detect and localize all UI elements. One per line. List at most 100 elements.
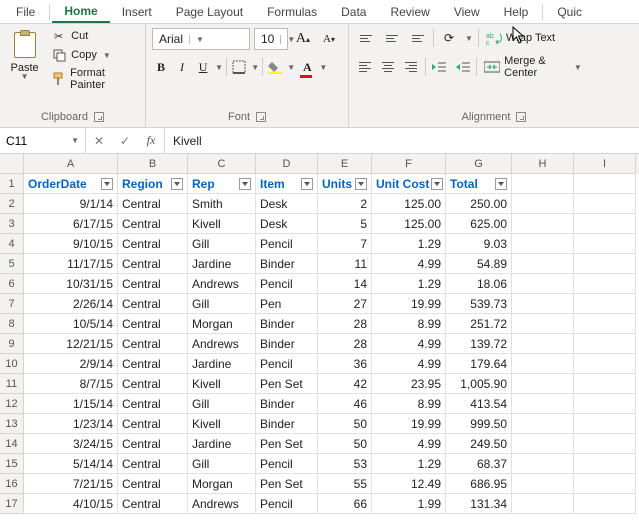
cell[interactable]: 125.00 [372, 214, 446, 234]
cell[interactable]: Jardine [188, 354, 256, 374]
menu-formulas[interactable]: Formulas [255, 2, 329, 22]
cell[interactable] [574, 394, 636, 414]
row-header[interactable]: 3 [0, 214, 24, 234]
cell[interactable]: Item [256, 174, 318, 194]
cell[interactable] [512, 214, 574, 234]
cell[interactable]: 4.99 [372, 434, 446, 454]
cell[interactable]: Desk [256, 214, 318, 234]
cell[interactable]: 55 [318, 474, 372, 494]
cell[interactable]: Central [118, 194, 188, 214]
cell[interactable]: 11/17/15 [24, 254, 118, 274]
increase-font-button[interactable]: A▴ [292, 28, 314, 50]
cell[interactable]: 11 [318, 254, 372, 274]
cell[interactable] [512, 234, 574, 254]
cell[interactable]: 50 [318, 434, 372, 454]
cell[interactable] [512, 274, 574, 294]
cell[interactable]: Gill [188, 294, 256, 314]
wrap-text-button[interactable]: abc Wrap Text [483, 30, 558, 46]
cell[interactable]: 6/17/15 [24, 214, 118, 234]
cell[interactable]: 8/7/15 [24, 374, 118, 394]
cell[interactable]: Gill [188, 394, 256, 414]
cell[interactable]: 249.50 [446, 434, 512, 454]
cell[interactable]: 53 [318, 454, 372, 474]
decrease-indent-button[interactable] [430, 57, 449, 77]
cell[interactable] [512, 394, 574, 414]
cell[interactable]: 4.99 [372, 354, 446, 374]
cell[interactable]: 12/21/15 [24, 334, 118, 354]
menu-insert[interactable]: Insert [110, 2, 164, 22]
cell[interactable]: 413.54 [446, 394, 512, 414]
cell[interactable]: 131.34 [446, 494, 512, 514]
col-header-I[interactable]: I [574, 154, 636, 174]
menu-help[interactable]: Help [492, 2, 541, 22]
italic-button[interactable]: I [173, 56, 191, 78]
cell[interactable]: 9/1/14 [24, 194, 118, 214]
row-header[interactable]: 5 [0, 254, 24, 274]
cell[interactable]: Central [118, 254, 188, 274]
align-middle-button[interactable] [381, 28, 403, 48]
cell[interactable]: 2/26/14 [24, 294, 118, 314]
row-header[interactable]: 7 [0, 294, 24, 314]
cell[interactable] [574, 194, 636, 214]
cell[interactable]: 12.49 [372, 474, 446, 494]
cell[interactable]: Andrews [188, 274, 256, 294]
cell[interactable]: Pen Set [256, 474, 318, 494]
cell[interactable] [512, 354, 574, 374]
cell[interactable]: Desk [256, 194, 318, 214]
dialog-launcher[interactable] [94, 112, 104, 122]
cell[interactable]: 2 [318, 194, 372, 214]
col-header-G[interactable]: G [446, 154, 512, 174]
cell[interactable]: 14 [318, 274, 372, 294]
cell[interactable] [574, 374, 636, 394]
cell[interactable]: 7/21/15 [24, 474, 118, 494]
cell[interactable]: Jardine [188, 254, 256, 274]
cell[interactable]: 1.29 [372, 274, 446, 294]
cell[interactable]: 1.99 [372, 494, 446, 514]
cell[interactable]: 1.29 [372, 454, 446, 474]
cell[interactable] [574, 254, 636, 274]
cell[interactable]: 2/9/14 [24, 354, 118, 374]
filter-button[interactable] [101, 178, 113, 190]
row-header[interactable]: 2 [0, 194, 24, 214]
cell[interactable] [574, 234, 636, 254]
cell[interactable]: Kivell [188, 214, 256, 234]
cell[interactable]: Binder [256, 314, 318, 334]
cell[interactable]: Gill [188, 454, 256, 474]
cell[interactable]: 686.95 [446, 474, 512, 494]
cell[interactable]: 27 [318, 294, 372, 314]
filter-button[interactable] [355, 178, 367, 190]
row-header[interactable]: 9 [0, 334, 24, 354]
row-header[interactable]: 17 [0, 494, 24, 514]
orientation-button[interactable]: ⟳ [438, 28, 460, 48]
cell[interactable]: 3/24/15 [24, 434, 118, 454]
row-header[interactable]: 8 [0, 314, 24, 334]
row-header[interactable]: 14 [0, 434, 24, 454]
col-header-A[interactable]: A [24, 154, 118, 174]
font-size-combo[interactable]: 10▼ [254, 28, 288, 50]
cell[interactable]: Central [118, 214, 188, 234]
cell[interactable] [574, 314, 636, 334]
cell[interactable] [512, 174, 574, 194]
cell[interactable] [512, 494, 574, 514]
cell[interactable]: Central [118, 474, 188, 494]
cell[interactable]: 68.37 [446, 454, 512, 474]
cell[interactable] [512, 454, 574, 474]
cell[interactable]: Morgan [188, 474, 256, 494]
cell[interactable]: 4.99 [372, 254, 446, 274]
align-bottom-button[interactable] [407, 28, 429, 48]
chevron-down-icon[interactable]: ▼ [251, 63, 259, 72]
chevron-down-icon[interactable]: ▼ [215, 63, 223, 72]
menu-file[interactable]: File [4, 2, 47, 22]
cut-button[interactable]: ✂ Cut [49, 28, 139, 44]
row-header[interactable]: 6 [0, 274, 24, 294]
row-header[interactable]: 15 [0, 454, 24, 474]
chevron-down-icon[interactable]: ▼ [287, 63, 295, 72]
cell[interactable]: 251.72 [446, 314, 512, 334]
formula-input[interactable]: Kivell [165, 128, 639, 153]
cell[interactable]: 4/10/15 [24, 494, 118, 514]
cell[interactable]: 1/23/14 [24, 414, 118, 434]
cell[interactable] [512, 374, 574, 394]
cell[interactable] [574, 474, 636, 494]
cell[interactable]: Pencil [256, 234, 318, 254]
cell[interactable]: Central [118, 374, 188, 394]
